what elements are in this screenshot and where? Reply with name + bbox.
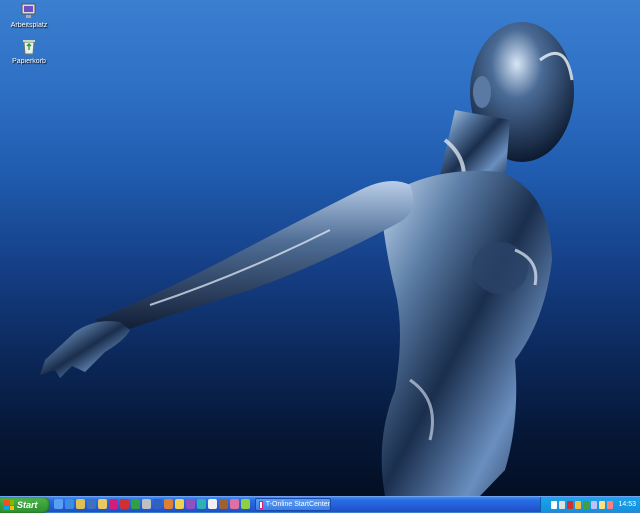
t-online-icon[interactable] [109, 499, 118, 509]
volume-icon[interactable] [551, 500, 558, 509]
app-blue-icon[interactable] [153, 499, 162, 509]
desktop-icon-papierkorb[interactable]: Papierkorb [1, 38, 57, 65]
app-purple-icon[interactable] [186, 499, 195, 509]
app-white-icon[interactable] [208, 499, 217, 509]
desktop-icon-label: Papierkorb [12, 58, 46, 65]
app-brown-icon[interactable] [219, 499, 228, 509]
tray-app2-icon[interactable] [599, 500, 606, 509]
desktop-icon-arbeitsplatz[interactable]: Arbeitsplatz [1, 2, 57, 29]
clock[interactable]: 14:53 [618, 501, 636, 508]
security-icon[interactable] [575, 500, 582, 509]
folder-icon[interactable] [98, 499, 107, 509]
app-teal-icon[interactable] [197, 499, 206, 509]
app-red-icon[interactable] [120, 499, 129, 509]
t-online-window-icon [259, 500, 263, 509]
start-button[interactable]: Start [0, 497, 50, 513]
network-icon[interactable] [559, 500, 566, 509]
app-green-icon[interactable] [131, 499, 140, 509]
app-orange-icon[interactable] [164, 499, 173, 509]
media-player-icon[interactable] [87, 499, 96, 509]
taskbar-item-t-online-startcenter[interactable]: T-Online StartCenter [255, 498, 331, 511]
start-label: Start [17, 500, 38, 510]
antivirus-icon[interactable] [567, 500, 574, 509]
tray-app-icon[interactable] [591, 500, 598, 509]
update-icon[interactable] [583, 500, 590, 509]
outlook-icon[interactable] [76, 499, 85, 509]
tray-app3-icon[interactable] [607, 500, 614, 509]
quick-launch-bar [54, 499, 250, 510]
taskbar: Start T-Online StartCenter 14:53 [0, 496, 640, 513]
taskbar-item-label: T-Online StartCenter [265, 501, 330, 508]
app-gray-icon[interactable] [142, 499, 151, 509]
monitor-icon [21, 3, 36, 18]
windows-logo-icon [4, 500, 14, 510]
app-pink-icon[interactable] [230, 499, 239, 509]
recycle-bin-icon [23, 40, 35, 55]
show-desktop-icon[interactable] [54, 499, 63, 509]
app-yellow-icon[interactable] [175, 499, 184, 509]
desktop-wallpaper [40, 22, 574, 496]
internet-explorer-icon[interactable] [65, 499, 74, 509]
app-lime-icon[interactable] [241, 499, 250, 509]
system-tray: 14:53 [540, 497, 640, 512]
desktop-icon-label: Arbeitsplatz [10, 22, 48, 29]
